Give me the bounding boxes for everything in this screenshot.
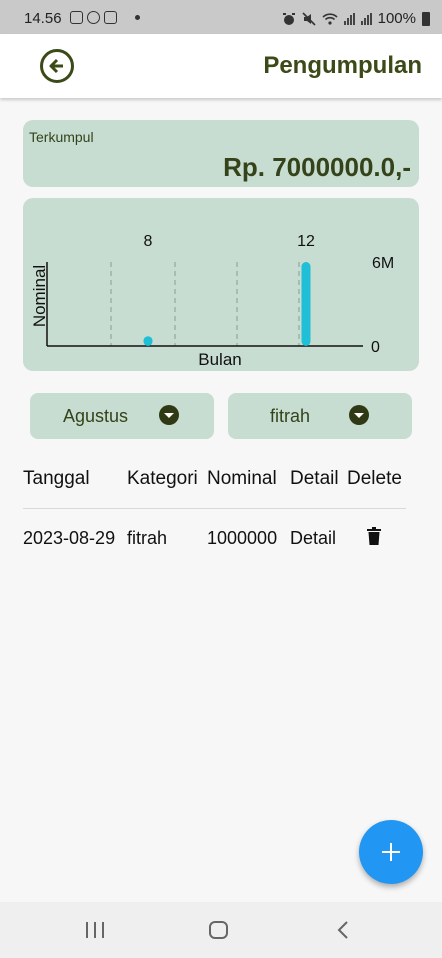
gallery-icon [70,11,83,24]
chart-card: 8 12 6M 0 Bulan Nominal [23,198,419,371]
header-tanggal: Tanggal [23,468,90,489]
system-nav-bar [0,902,442,958]
category-dropdown-label: fitrah [270,406,311,426]
battery-percent: 100% [377,10,416,27]
chevron-down-icon [349,405,369,425]
header-delete: Delete [347,468,402,489]
home-icon[interactable] [209,921,228,939]
wifi-icon [322,13,338,25]
bar-12 [301,262,311,346]
add-button[interactable] [359,820,423,884]
system-icons: 100% [282,10,430,27]
header-nominal: Nominal [207,468,277,489]
cell-kategori: fitrah [127,528,168,548]
battery-icon [422,11,430,26]
y-tick-label-max: 6M [372,255,394,272]
whatsapp-icon [87,11,100,24]
back-arrow-icon [49,58,63,74]
y-tick-label-min: 0 [371,339,380,356]
category-dropdown[interactable]: fitrah [228,393,412,439]
back-icon[interactable] [336,921,350,939]
x-tick-label-8: 8 [144,233,153,250]
month-dropdown-label: Agustus [63,406,129,426]
page-title: Pengumpulan [263,52,422,79]
app-bar: Pengumpulan [0,34,442,98]
total-card: Terkumpul Rp. 7000000.0,- [23,120,419,187]
header-kategori: Kategori [127,468,198,489]
trash-icon[interactable] [367,527,381,545]
signal-icon-2 [360,12,372,25]
alarm-icon [282,12,295,25]
cell-tanggal: 2023-08-29 [23,528,116,548]
bar-chart: 8 12 6M 0 Bulan Nominal [30,233,394,369]
back-button[interactable] [40,49,74,83]
cell-nominal: 1000000 [207,528,278,548]
table-divider [23,508,406,509]
mute-icon [302,11,316,26]
signal-icon [343,12,355,25]
bar-8 [143,336,153,346]
instagram-icon [104,11,117,24]
y-axis-label: Nominal [30,265,49,327]
total-label: Terkumpul [29,129,94,145]
detail-link[interactable]: Detail [290,528,336,549]
header-detail: Detail [290,468,339,489]
notification-icons [70,11,140,24]
more-notifications-icon [135,15,140,20]
month-dropdown[interactable]: Agustus [30,393,214,439]
chevron-down-icon [159,405,179,425]
recents-icon[interactable] [86,922,104,938]
x-axis-label: Bulan [198,350,241,369]
status-time: 14.56 [24,10,62,27]
status-bar: 14.56 100% [0,0,442,34]
x-tick-label-12: 12 [297,233,315,250]
total-value: Rp. 7000000.0,- [223,152,411,182]
